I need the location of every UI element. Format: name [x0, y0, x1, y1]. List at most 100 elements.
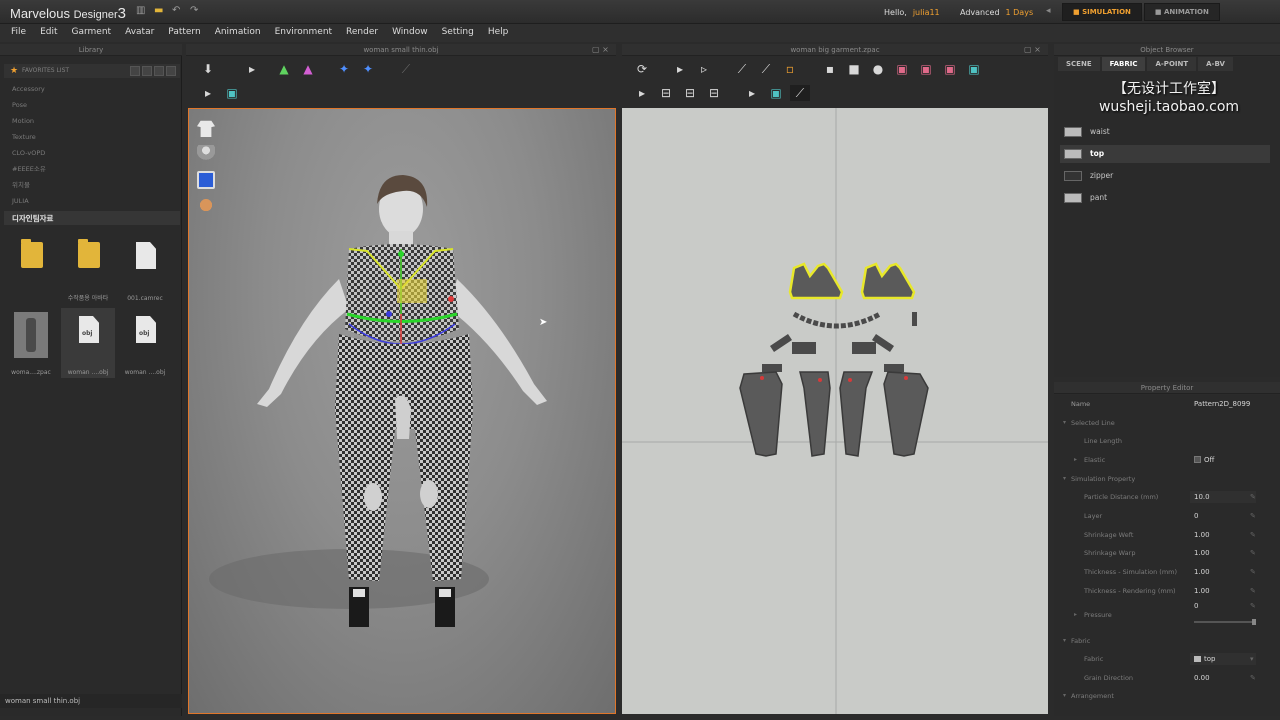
edit-pen-icon[interactable]: ✎	[1250, 544, 1256, 562]
edit-curve-icon[interactable]: ⟋	[732, 61, 752, 77]
transform-icon[interactable]: ▸	[242, 61, 262, 77]
add-point-icon[interactable]: ⟋	[756, 61, 776, 77]
view-list-icon[interactable]	[142, 66, 152, 76]
user-name[interactable]: julia11	[913, 8, 940, 17]
section-selected-line[interactable]: ▾ Selected Line	[1054, 414, 1280, 432]
menu-help[interactable]: Help	[488, 24, 509, 42]
dropdown-icon[interactable]: ▾	[1250, 650, 1254, 668]
edit-pen-icon[interactable]: ✎	[1250, 597, 1256, 615]
fold-arrange-icon[interactable]: ▲	[274, 61, 294, 77]
rectangle-icon[interactable]: ■	[844, 61, 864, 77]
watermark-line2: wusheji.taobao.com	[1098, 99, 1240, 115]
menu-render[interactable]: Render	[346, 24, 378, 42]
edit-sewing-icon[interactable]: ⊟	[680, 85, 700, 101]
refresh-icon[interactable]: ⟳	[632, 61, 652, 77]
shrinkage-weft-field[interactable]: 1.00	[1194, 526, 1210, 544]
elastic-checkbox[interactable]	[1194, 456, 1201, 463]
fold-icon[interactable]: ✦	[358, 61, 378, 77]
menu-environment[interactable]: Environment	[275, 24, 332, 42]
animation-mode-tab[interactable]: ■ ANIMATION	[1143, 3, 1220, 21]
library-item-motion[interactable]: Motion	[12, 117, 177, 133]
edit-texture-icon[interactable]: ▸	[742, 85, 762, 101]
viewport-3d[interactable]: ➤	[188, 108, 616, 714]
box-select-icon[interactable]: ▣	[222, 85, 242, 101]
viewport-2d[interactable]	[622, 108, 1048, 714]
menu-avatar[interactable]: Avatar	[125, 24, 154, 42]
curve-point-icon[interactable]: ▫	[780, 61, 800, 77]
undo-icon[interactable]: ↶	[172, 6, 184, 16]
graphic-icon[interactable]: ⟋	[790, 85, 810, 101]
fabric-item-pant[interactable]: pant	[1060, 189, 1270, 207]
library-file-zpac[interactable]: woma....zpac	[4, 308, 58, 378]
section-fabric[interactable]: ▾ Fabric	[1054, 632, 1280, 650]
library-file-obj-1[interactable]: obj woman ....obj	[61, 308, 115, 378]
library-item-texture[interactable]: Texture	[12, 133, 177, 149]
view-grid-icon[interactable]	[166, 66, 176, 76]
folder-icon[interactable]: ▬	[154, 6, 166, 16]
select-3d-icon[interactable]: ▸	[198, 85, 218, 101]
tab-a-point[interactable]: A-POINT	[1147, 57, 1197, 71]
pin-icon[interactable]: ✦	[334, 61, 354, 77]
menu-pattern[interactable]: Pattern	[168, 24, 200, 42]
shrinkage-warp-field[interactable]: 1.00	[1194, 544, 1210, 562]
measure-icon[interactable]: ⟋	[396, 61, 416, 77]
segment-sewing-icon[interactable]: ▸	[632, 85, 652, 101]
minimize-icon[interactable]: ◂	[1046, 6, 1051, 16]
menu-window[interactable]: Window	[392, 24, 428, 42]
free-sewing-icon[interactable]: ⊟	[656, 85, 676, 101]
section-arrangement[interactable]: ▾ Arrangement	[1054, 687, 1280, 705]
menu-file[interactable]: File	[11, 24, 26, 42]
library-item-active[interactable]: 디자인팀자료	[4, 211, 180, 225]
edit-pen-icon[interactable]: ✎	[1250, 488, 1256, 506]
fabric-item-waist[interactable]: waist	[1060, 123, 1270, 141]
pressure-slider[interactable]	[1194, 619, 1256, 625]
star-icon[interactable]: ★	[10, 66, 18, 76]
tab-fabric[interactable]: FABRIC	[1101, 57, 1146, 71]
select-mesh-icon[interactable]: ⬇	[198, 61, 218, 77]
circle-icon[interactable]: ●	[868, 61, 888, 77]
check-sewing-icon[interactable]: ⊟	[704, 85, 724, 101]
maximize-3d-icon[interactable]: ▢ ×	[592, 45, 609, 54]
menu-setting[interactable]: Setting	[442, 24, 474, 42]
library-item-pose[interactable]: Pose	[12, 101, 177, 117]
internal-rectangle-icon[interactable]: ▣	[916, 61, 936, 77]
menu-garment[interactable]: Garment	[72, 24, 112, 42]
edit-pen-icon[interactable]: ✎	[1250, 563, 1256, 581]
layer-field[interactable]: 0	[1194, 507, 1198, 525]
tack-icon[interactable]: ▲	[298, 61, 318, 77]
library-file-camrec[interactable]: 001.camrec	[118, 234, 172, 304]
library-file-folder-1[interactable]	[4, 234, 58, 304]
redo-icon[interactable]: ↷	[190, 6, 202, 16]
add-icon[interactable]	[130, 66, 140, 76]
simulation-mode-tab[interactable]: ■ SIMULATION	[1062, 3, 1142, 21]
library-item-clo[interactable]: CLO-vOPD	[12, 149, 177, 165]
fabric-item-top[interactable]: top	[1060, 145, 1270, 163]
tab-a-bv[interactable]: A-BV	[1198, 57, 1233, 71]
name-value[interactable]: Pattern2D_8099	[1194, 395, 1250, 413]
chart-icon[interactable]: ▥	[136, 6, 148, 16]
library-item-5[interactable]: #EEEE소유	[12, 165, 177, 181]
edit-point-icon[interactable]: ▹	[694, 61, 714, 77]
library-item-6[interactable]: 위치물	[12, 181, 177, 197]
library-file-folder-2[interactable]: 수작품용 아바타	[61, 234, 115, 304]
thickness-simulation-field[interactable]: 1.00	[1194, 563, 1210, 581]
menu-edit[interactable]: Edit	[40, 24, 57, 42]
dart-icon[interactable]: ▣	[964, 61, 984, 77]
internal-circle-icon[interactable]: ▣	[940, 61, 960, 77]
internal-polygon-icon[interactable]: ▣	[892, 61, 912, 77]
maximize-2d-icon[interactable]: ▢ ×	[1024, 45, 1041, 54]
transform-pattern-icon[interactable]: ▸	[670, 61, 690, 77]
texture-icon[interactable]: ▣	[766, 85, 786, 101]
grain-direction-field[interactable]: 0.00	[1194, 669, 1210, 687]
tab-scene[interactable]: SCENE	[1058, 57, 1100, 71]
edit-pen-icon[interactable]: ✎	[1250, 507, 1256, 525]
polygon-icon[interactable]: ▪	[820, 61, 840, 77]
fabric-item-zipper[interactable]: zipper	[1060, 167, 1270, 185]
section-simulation-property[interactable]: ▾ Simulation Property	[1054, 470, 1280, 488]
edit-icon[interactable]	[154, 66, 164, 76]
edit-pen-icon[interactable]: ✎	[1250, 526, 1256, 544]
library-item-accessory[interactable]: Accessory	[12, 85, 177, 101]
library-file-obj-2[interactable]: obj woman ....obj	[118, 308, 172, 378]
edit-pen-icon[interactable]: ✎	[1250, 669, 1256, 687]
menu-animation[interactable]: Animation	[215, 24, 261, 42]
